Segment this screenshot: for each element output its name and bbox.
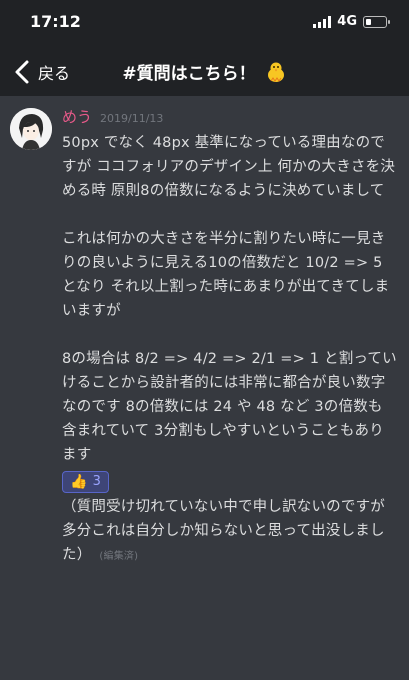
reaction-count: 3 [92, 474, 102, 489]
username[interactable]: めう [62, 106, 92, 127]
status-bar: 17:12 4G [0, 0, 409, 48]
channel-header: 戻る #質問はこちら！ [0, 48, 409, 96]
signal-icon [313, 15, 332, 28]
timestamp: 2019/11/13 [100, 112, 164, 125]
channel-title: #質問はこちら！ [0, 59, 409, 84]
edited-label: (編集済) [99, 551, 139, 562]
message-body: 50px でなく 48px 基準になっている理由なのですが ココフォリアのデザイ… [62, 131, 397, 569]
avatar[interactable] [10, 108, 52, 150]
reaction-thumbs-up[interactable]: 👍 3 [62, 471, 110, 493]
message-meta: めう 2019/11/13 [62, 106, 163, 127]
message-paragraph: 8の場合は 8/2 => 4/2 => 2/1 => 1 と割っていけることから… [62, 351, 397, 463]
followup-message: （質問受け切れていない中で申し訳ないのですが 多分これは自分しか知らないと思って… [62, 495, 397, 569]
message-paragraph: これは何かの大きさを半分に割りたい時に一見きりの良いように見える10の倍数だと … [62, 231, 390, 319]
thumbs-up-icon: 👍 [70, 474, 88, 490]
channel-name: #質問はこちら！ [122, 64, 256, 84]
status-indicators: 4G [313, 14, 390, 29]
message-paragraph: 50px でなく 48px 基準になっている理由なのですが ココフォリアのデザイ… [62, 135, 396, 199]
network-type: 4G [337, 14, 357, 29]
user-avatar-icon [10, 108, 52, 150]
battery-icon [363, 15, 390, 28]
status-time: 17:12 [30, 12, 81, 31]
chick-emoji-icon [267, 62, 284, 82]
